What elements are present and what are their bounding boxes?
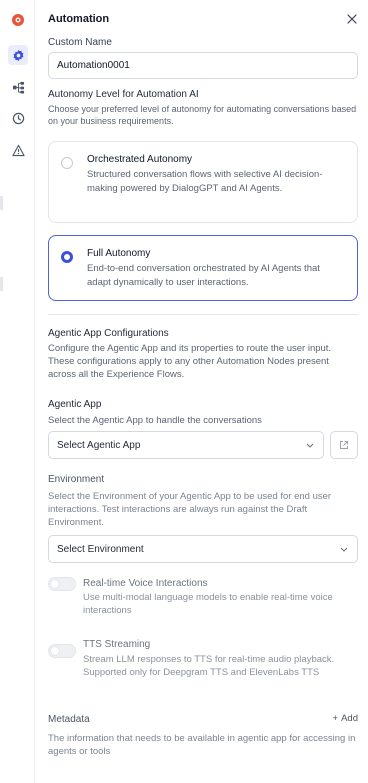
voice-description: Use multi-modal language models to enabl… (83, 592, 333, 616)
toggle-knob (51, 647, 59, 655)
panel-header: Automation (48, 11, 360, 31)
metadata-description: The information that needs to be availab… (48, 733, 356, 757)
agentic-config-title: Agentic App Configurations (48, 328, 169, 339)
agentic-app-select-value: Select Agentic App (57, 439, 141, 451)
automation-panel: Automation Custom Name Automation0001 Au… (35, 0, 368, 783)
environment-select-value: Select Environment (57, 543, 144, 555)
section-divider (48, 314, 358, 315)
agentic-app-select[interactable]: Select Agentic App (48, 431, 324, 459)
radio-full[interactable] (61, 251, 73, 263)
radio-orchestrated[interactable] (61, 157, 73, 169)
chevron-down-icon (339, 544, 349, 554)
panel-title: Automation (48, 13, 110, 25)
settings-icon[interactable] (8, 45, 28, 65)
plus-icon: + (332, 713, 339, 724)
add-metadata-button[interactable]: + Add (333, 713, 358, 724)
open-agentic-app-button[interactable] (330, 431, 358, 459)
tts-title: TTS Streaming (83, 639, 151, 650)
voice-title: Real-time Voice Interactions (83, 578, 208, 589)
environment-select[interactable]: Select Environment (48, 535, 358, 563)
external-link-icon (340, 441, 348, 449)
left-rail (0, 0, 35, 783)
flow-icon[interactable] (8, 77, 28, 97)
option-description: End-to-end conversation orchestrated by … (87, 263, 320, 288)
toggle-knob (51, 580, 59, 588)
agentic-app-description: Select the Agentic App to handle the con… (48, 415, 262, 426)
rail-scroll-mark (0, 196, 3, 210)
gear-badge-icon[interactable] (8, 10, 28, 30)
custom-name-value: Automation0001 (57, 60, 130, 71)
custom-name-input[interactable]: Automation0001 (48, 52, 358, 79)
rail-scroll-mark (0, 277, 3, 291)
clock-icon[interactable] (8, 108, 28, 128)
metadata-label: Metadata (48, 714, 90, 725)
option-description: Structured conversation flows with selec… (87, 169, 323, 194)
agentic-app-label: Agentic App (48, 399, 102, 410)
close-icon (347, 14, 357, 24)
environment-label: Environment (48, 474, 105, 485)
agentic-config-description: Configure the Agentic App and its proper… (48, 343, 332, 380)
custom-name-label: Custom Name (48, 37, 112, 48)
alert-icon[interactable] (8, 140, 28, 160)
option-title: Full Autonomy (87, 248, 151, 259)
voice-toggle[interactable] (48, 577, 76, 591)
chevron-down-icon (305, 440, 315, 450)
autonomy-description: Choose your preferred level of autonomy … (48, 104, 357, 126)
tts-toggle[interactable] (48, 644, 76, 658)
close-button[interactable] (344, 11, 360, 27)
environment-description: Select the Environment of your Agentic A… (48, 491, 332, 528)
tts-description: Stream LLM responses to TTS for real-tim… (83, 654, 335, 678)
autonomy-label: Autonomy Level for Automation AI (48, 89, 199, 100)
autonomy-option-full[interactable]: Full Autonomy End-to-end conversation or… (48, 235, 358, 301)
option-title: Orchestrated Autonomy (87, 154, 193, 165)
add-metadata-label: Add (341, 713, 358, 724)
autonomy-option-orchestrated[interactable]: Orchestrated Autonomy Structured convers… (48, 141, 358, 223)
